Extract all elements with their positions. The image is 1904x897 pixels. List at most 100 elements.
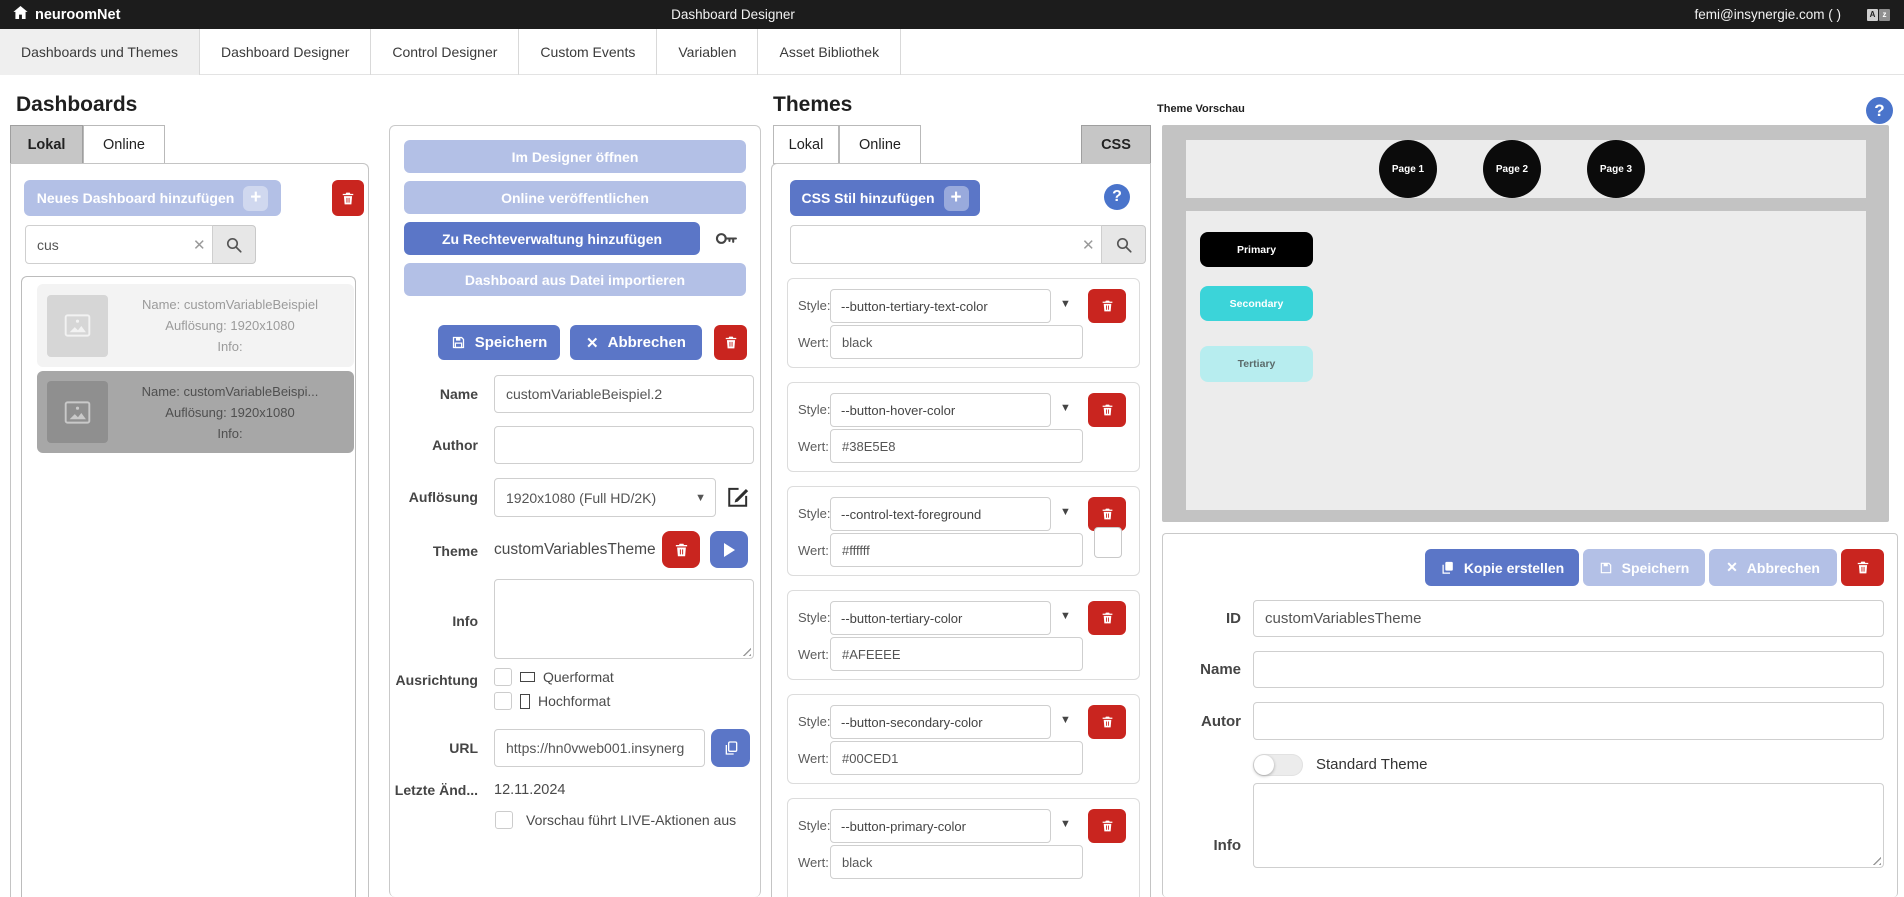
- style-select[interactable]: --button-primary-color: [830, 809, 1051, 843]
- landscape-checkbox[interactable]: [494, 668, 512, 686]
- style-value-input[interactable]: [830, 429, 1083, 463]
- themes-tab-lokal[interactable]: Lokal: [773, 125, 839, 164]
- cancel-dashboard-button[interactable]: ✕ Abbrechen: [570, 325, 702, 360]
- add-to-rights-button[interactable]: Zu Rechteverwaltung hinzufügen: [404, 222, 700, 255]
- delete-dashboard-button[interactable]: [332, 180, 364, 216]
- home-icon[interactable]: [13, 6, 28, 23]
- clear-search-icon[interactable]: ✕: [1082, 236, 1095, 254]
- page-help-icon[interactable]: ?: [1866, 97, 1893, 124]
- add-dashboard-button[interactable]: Neues Dashboard hinzufügen +: [24, 180, 281, 216]
- copy-url-button[interactable]: [711, 729, 750, 767]
- dashboards-search-input[interactable]: [25, 225, 213, 264]
- dashboards-search-button[interactable]: [213, 225, 256, 264]
- x-icon: ✕: [1726, 559, 1738, 576]
- delete-style-button[interactable]: [1088, 601, 1126, 635]
- brand[interactable]: neuroomNet: [0, 6, 120, 23]
- trash-icon: [1101, 819, 1114, 833]
- create-copy-button[interactable]: Kopie erstellen: [1425, 549, 1579, 586]
- theme-id-field[interactable]: [1253, 600, 1884, 637]
- resolution-select[interactable]: 1920x1080 (Full HD/2K) ▼: [494, 478, 716, 517]
- preview-tertiary-button[interactable]: Tertiary: [1200, 346, 1313, 382]
- css-help-icon[interactable]: ?: [1104, 184, 1130, 210]
- chevron-down-icon[interactable]: ▼: [1060, 402, 1071, 414]
- landscape-label: Querformat: [543, 669, 614, 685]
- chevron-down-icon[interactable]: ▼: [1060, 714, 1071, 726]
- tab-asset-bibliothek[interactable]: Asset Bibliothek: [758, 29, 901, 75]
- theme-autor-field[interactable]: [1253, 702, 1884, 740]
- theme-name-field[interactable]: [1253, 651, 1884, 688]
- remove-theme-button[interactable]: [662, 531, 700, 568]
- dashboards-tab-online[interactable]: Online: [83, 125, 165, 164]
- themes-tab-css[interactable]: CSS: [1081, 125, 1151, 164]
- delete-style-button[interactable]: [1088, 497, 1126, 531]
- delete-style-button[interactable]: [1088, 809, 1126, 843]
- delete-theme-button[interactable]: [1841, 549, 1884, 586]
- tab-dashboards-und-themes[interactable]: Dashboards und Themes: [0, 29, 200, 75]
- name-field[interactable]: [494, 375, 754, 413]
- delete-style-button[interactable]: [1088, 705, 1126, 739]
- publish-online-button[interactable]: Online veröffentlichen: [404, 181, 746, 214]
- orientation-label: Ausrichtung: [389, 672, 478, 688]
- save-theme-button[interactable]: Speichern: [1583, 549, 1705, 586]
- portrait-checkbox[interactable]: [494, 692, 512, 710]
- style-value-input[interactable]: [830, 845, 1083, 879]
- dashboards-list: Name: customVariableBeispiel Auflösung: …: [21, 276, 356, 897]
- preview-primary-button[interactable]: Primary: [1200, 232, 1313, 267]
- chevron-down-icon[interactable]: ▼: [1060, 818, 1071, 830]
- wert-label: Wert:: [798, 855, 829, 870]
- preview-page-button[interactable]: Page 1: [1379, 140, 1437, 198]
- import-dashboard-button[interactable]: Dashboard aus Datei importieren: [404, 263, 746, 296]
- style-select[interactable]: --button-secondary-color: [830, 705, 1051, 739]
- theme-info-field[interactable]: [1253, 783, 1884, 868]
- key-icon[interactable]: [713, 226, 738, 256]
- dashboards-tab-lokal[interactable]: Lokal: [10, 125, 83, 164]
- standard-theme-toggle[interactable]: [1253, 754, 1303, 776]
- user-email[interactable]: femi@insynergie.com ( ): [1695, 7, 1842, 22]
- delete-detail-button[interactable]: [714, 325, 747, 360]
- tab-dashboard-designer[interactable]: Dashboard Designer: [200, 29, 371, 75]
- themes-tab-online[interactable]: Online: [839, 125, 921, 164]
- dashboard-list-item[interactable]: Name: customVariableBeispiel Auflösung: …: [37, 284, 354, 367]
- tab-control-designer[interactable]: Control Designer: [371, 29, 519, 75]
- style-value-input[interactable]: [830, 325, 1083, 359]
- add-css-style-button[interactable]: CSS Stil hinzufügen +: [790, 180, 980, 216]
- tab-custom-events[interactable]: Custom Events: [519, 29, 657, 75]
- live-actions-label: Vorschau führt LIVE-Aktionen aus: [526, 812, 736, 828]
- clear-search-icon[interactable]: ✕: [193, 236, 206, 254]
- cancel-theme-button[interactable]: ✕ Abbrechen: [1709, 549, 1837, 586]
- apply-theme-button[interactable]: [710, 531, 748, 568]
- style-select[interactable]: --button-tertiary-text-color: [830, 289, 1051, 323]
- themes-search-button[interactable]: [1102, 225, 1146, 264]
- chevron-down-icon[interactable]: ▼: [1060, 298, 1071, 310]
- dashboard-list-item-selected[interactable]: Name: customVariableBeispi... Auflösung:…: [37, 371, 354, 453]
- language-switcher-icon[interactable]: A z: [1867, 9, 1890, 21]
- edit-resolution-icon[interactable]: [724, 483, 752, 516]
- author-field[interactable]: [494, 426, 754, 464]
- delete-style-button[interactable]: [1088, 393, 1126, 427]
- preview-secondary-button[interactable]: Secondary: [1200, 286, 1313, 321]
- url-field[interactable]: [494, 729, 705, 767]
- style-label: Style:: [798, 402, 831, 417]
- delete-style-button[interactable]: [1088, 289, 1126, 323]
- color-swatch[interactable]: [1094, 527, 1122, 558]
- wert-label: Wert:: [798, 335, 829, 350]
- save-dashboard-button[interactable]: Speichern: [438, 325, 560, 360]
- live-actions-checkbox[interactable]: [495, 811, 513, 829]
- info-field[interactable]: [494, 579, 754, 659]
- app: neuroomNet Dashboard Designer femi@insyn…: [0, 0, 1904, 897]
- theme-id-label: ID: [1162, 610, 1241, 627]
- style-select[interactable]: --control-text-foreground: [830, 497, 1051, 531]
- chevron-down-icon[interactable]: ▼: [1060, 506, 1071, 518]
- style-select[interactable]: --button-tertiary-color: [830, 601, 1051, 635]
- themes-search-input[interactable]: [790, 225, 1102, 264]
- style-value-input[interactable]: [830, 533, 1083, 567]
- style-value-input[interactable]: [830, 637, 1083, 671]
- chevron-down-icon[interactable]: ▼: [1060, 610, 1071, 622]
- plus-icon: +: [944, 186, 969, 211]
- preview-page-button[interactable]: Page 2: [1483, 140, 1541, 198]
- open-in-designer-button[interactable]: Im Designer öffnen: [404, 140, 746, 173]
- preview-page-button[interactable]: Page 3: [1587, 140, 1645, 198]
- style-value-input[interactable]: [830, 741, 1083, 775]
- tab-variablen[interactable]: Variablen: [657, 29, 758, 75]
- style-select[interactable]: --button-hover-color: [830, 393, 1051, 427]
